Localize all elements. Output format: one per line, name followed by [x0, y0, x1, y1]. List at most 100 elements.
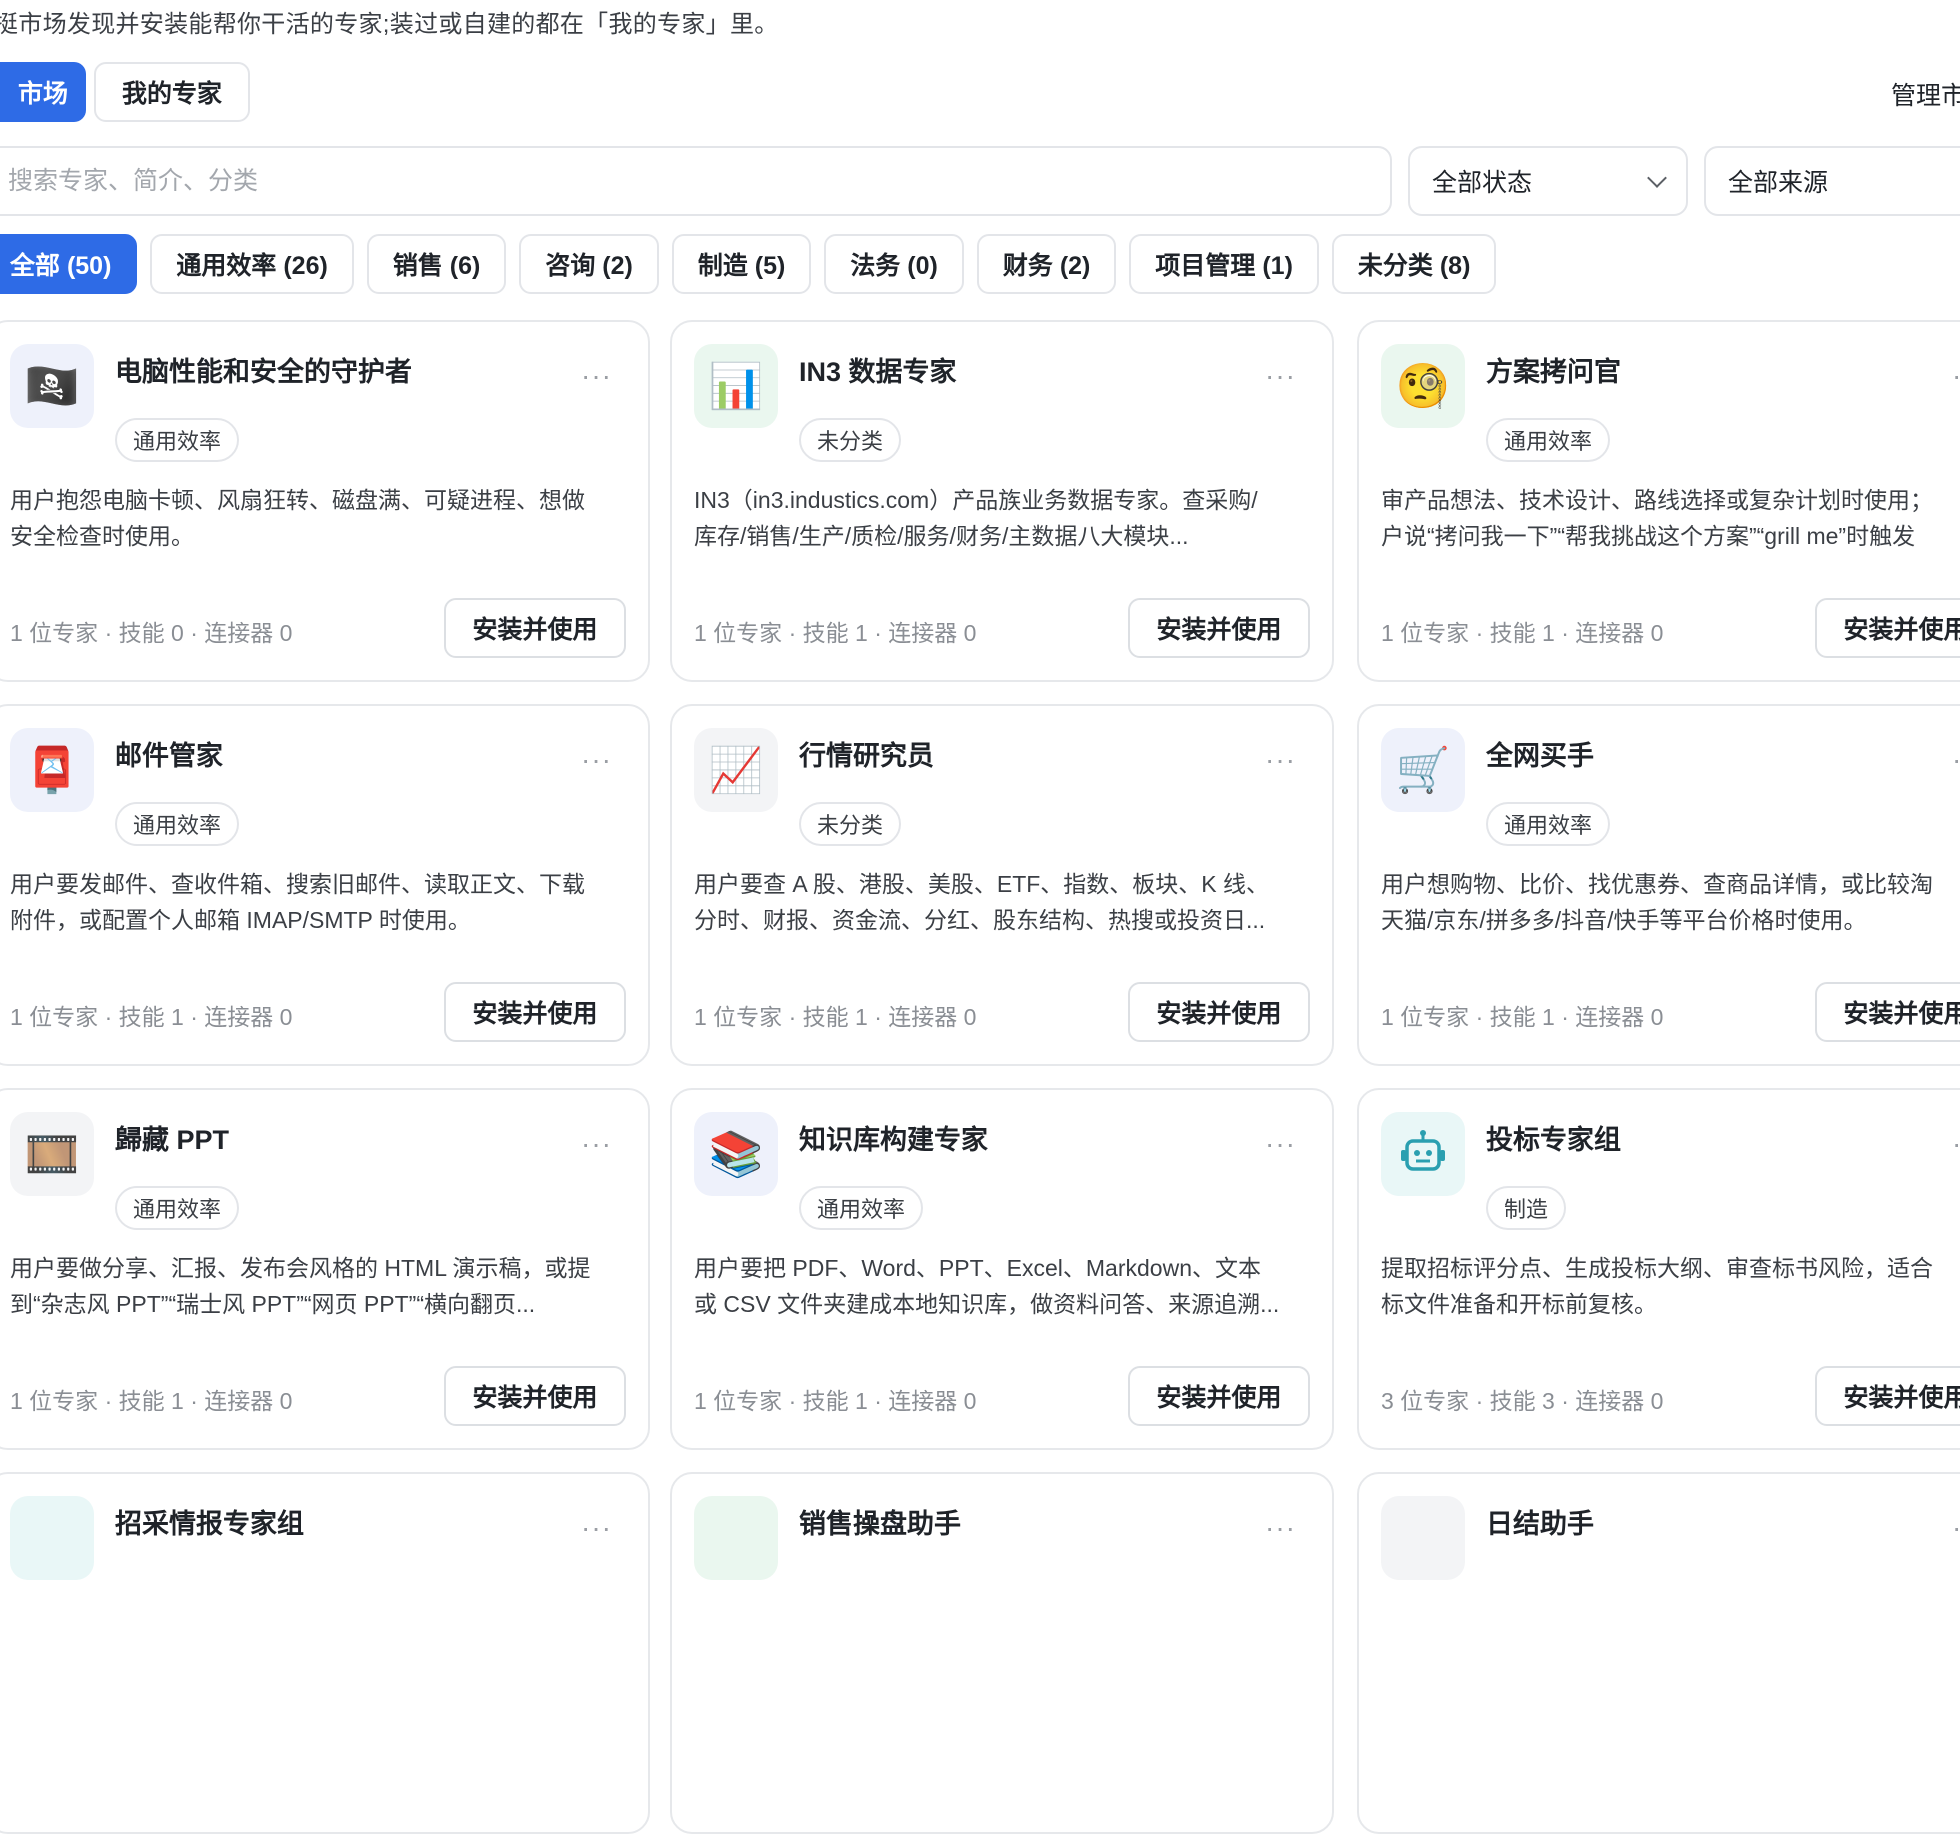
more-options-icon[interactable]: ···	[1265, 1130, 1296, 1158]
expert-card[interactable]: 📈 行情研究员 ··· 未分类 用户要查 A 股、港股、美股、ETF、指数、板块、K 线…	[670, 704, 1334, 1066]
expert-card-category-tag: 通用效率	[115, 418, 240, 462]
category-project-management[interactable]: 项目管理 (1)	[1129, 234, 1319, 294]
install-and-use-button[interactable]: 安装并使用	[1128, 982, 1310, 1042]
expert-card-description: 用户要把 PDF、Word、PPT、Excel、Markdown、文本 或 CS…	[694, 1255, 1280, 1317]
books-icon: 📚	[694, 1112, 778, 1196]
expert-card-description: 提取招标评分点、生成投标大纲、审查标书风险，适合 标文件准备和开标前复核。	[1381, 1255, 1933, 1317]
expert-card-title: 电脑性能和安全的守护者	[115, 357, 412, 387]
status-select[interactable]: 全部状态	[1408, 146, 1688, 216]
expert-card-stats: 1 位专家 · 技能 1 · 连接器 0	[694, 1004, 977, 1030]
category-manufacturing[interactable]: 制造 (5)	[671, 234, 812, 294]
expert-card-stats: 3 位专家 · 技能 3 · 连接器 0	[1381, 1388, 1664, 1414]
expert-card-title: 知识库构建专家	[799, 1125, 988, 1155]
expert-card-description: 用户要发邮件、查收件箱、搜索旧邮件、读取正文、下载 附件，或配置个人邮箱 IMA…	[10, 871, 585, 933]
expert-card-title: 招采情报专家组	[115, 1509, 304, 1539]
expert-card-description: 用户要做分享、汇报、发布会风格的 HTML 演示稿，或提 到“杂志风 PPT”“…	[10, 1255, 591, 1317]
expert-card-stats: 1 位专家 · 技能 1 · 连接器 0	[694, 1388, 977, 1414]
expert-card[interactable]: 📚 知识库构建专家 ··· 通用效率用户要把 PDF、Word、PPT、Excel、M…	[670, 1088, 1334, 1450]
expert-card-description: IN3（in3.industics.com）产品族业务数据专家。查采购/ 库存/…	[694, 487, 1258, 549]
tab-market[interactable]: 市场	[0, 62, 86, 122]
expert-card[interactable]: 招采情报专家组 ···	[0, 1472, 650, 1834]
manage-market-link[interactable]: 管理市	[1891, 76, 1960, 112]
partial-icon	[10, 1496, 94, 1580]
expert-card-title: 歸藏 PPT	[115, 1125, 230, 1155]
more-options-icon[interactable]: ···	[1265, 362, 1296, 390]
expert-card-category-tag: 通用效率	[1486, 802, 1611, 846]
expert-card[interactable]: 📮 邮件管家 ··· 通用效率 用户要发邮件、查收件箱、搜索旧邮件、读取正文、下载 附件…	[0, 704, 650, 1066]
category-productivity[interactable]: 通用效率 (26)	[150, 234, 354, 294]
expert-card-title: 日结助手	[1486, 1509, 1594, 1539]
expert-card-description: 用户想购物、比价、找优惠券、查商品详情，或比较淘 天猫/京东/拼多多/抖音/快手…	[1381, 871, 1933, 933]
expert-card[interactable]: 📊 IN3 数据专家 ··· 未分类 IN3（in3.industics.com）产品族…	[670, 320, 1334, 682]
install-and-use-button[interactable]: 安装并使用	[444, 598, 626, 658]
category-all[interactable]: 全部 (50)	[0, 234, 138, 294]
expert-card-stats: 1 位专家 · 技能 1 · 连接器 0	[694, 620, 977, 646]
expert-card-title: IN3 数据专家	[799, 357, 957, 387]
more-options-icon[interactable]: ···	[1952, 1514, 1960, 1542]
bar-chart-icon: 📊	[694, 344, 778, 428]
expert-card-stats: 1 位专家 · 技能 1 · 连接器 0	[1381, 620, 1664, 646]
status-select-value: 全部状态	[1432, 169, 1533, 197]
search-input[interactable]	[6, 165, 1390, 197]
install-and-use-button[interactable]: 安装并使用	[1128, 598, 1310, 658]
install-and-use-button[interactable]: 安装并使用	[1128, 1366, 1310, 1426]
expert-card-category-tag: 通用效率	[799, 1186, 924, 1230]
expert-card-stats: 1 位专家 · 技能 1 · 连接器 0	[1381, 1004, 1664, 1030]
expert-card-category-tag: 未分类	[799, 418, 902, 462]
expert-card[interactable]: 🎞️ 歸藏 PPT ··· 通用效率 用户要做分享、汇报、发布会风格的 HTML 演示稿…	[0, 1088, 650, 1450]
install-and-use-button[interactable]: 安装并使用	[1815, 982, 1960, 1042]
category-finance[interactable]: 财务 (2)	[976, 234, 1117, 294]
expert-card[interactable]: 日结助手 ···	[1357, 1472, 1960, 1834]
postbox-icon: 📮	[10, 728, 94, 812]
expert-card-title: 销售操盘助手	[799, 1509, 961, 1539]
expert-card-category-tag: 通用效率	[1486, 418, 1611, 462]
expert-card[interactable]: 🧐 方案拷问官 ··· 通用效率审产品想法、技术设计、路线选择或复杂计划时使用； 户说…	[1357, 320, 1960, 682]
more-options-icon[interactable]: ···	[581, 362, 612, 390]
expert-card[interactable]: 🛒 全网买手 ··· 通用效率用户想购物、比价、找优惠券、查商品详情，或比较淘 天猫/…	[1357, 704, 1960, 1066]
expert-card-category-tag: 制造	[1486, 1186, 1567, 1230]
expert-card-category-tag: 未分类	[799, 802, 902, 846]
expert-card-stats: 1 位专家 · 技能 1 · 连接器 0	[10, 1388, 293, 1414]
expert-card-title: 方案拷问官	[1486, 357, 1621, 387]
more-options-icon[interactable]: ···	[581, 746, 612, 774]
more-options-icon[interactable]: ···	[1265, 746, 1296, 774]
shopping-cart-icon: 🛒	[1381, 728, 1465, 812]
install-and-use-button[interactable]: 安装并使用	[444, 982, 626, 1042]
monocle-face-icon: 🧐	[1381, 344, 1465, 428]
more-options-icon[interactable]: ···	[1265, 1514, 1296, 1542]
more-options-icon[interactable]: ···	[1952, 362, 1960, 390]
source-select[interactable]: 全部来源	[1704, 146, 1960, 216]
expert-card-stats: 1 位专家 · 技能 0 · 连接器 0	[10, 620, 293, 646]
install-and-use-button[interactable]: 安装并使用	[444, 1366, 626, 1426]
expert-card-title: 行情研究员	[799, 741, 934, 771]
intro-text: 挺市场发现并安装能帮你干活的专家;装过或自建的都在「我的专家」里。	[0, 11, 779, 38]
search-box	[0, 146, 1392, 216]
more-options-icon[interactable]: ···	[1952, 1130, 1960, 1158]
install-and-use-button[interactable]: 安装并使用	[1815, 1366, 1960, 1426]
expert-card-stats: 1 位专家 · 技能 1 · 连接器 0	[10, 1004, 293, 1030]
more-options-icon[interactable]: ···	[581, 1130, 612, 1158]
source-select-value: 全部来源	[1728, 169, 1829, 197]
category-legal[interactable]: 法务 (0)	[824, 234, 964, 294]
expert-card-description: 审产品想法、技术设计、路线选择或复杂计划时使用； 户说“拷问我一下”“帮我挑战这…	[1381, 487, 1933, 549]
install-and-use-button[interactable]: 安装并使用	[1815, 598, 1960, 658]
more-options-icon[interactable]: ···	[1952, 746, 1960, 774]
category-filter-bar: 全部 (50) 通用效率 (26) 销售 (6) 咨询 (2) 制造 (5) 法…	[0, 234, 1497, 294]
tab-my-experts[interactable]: 我的专家	[94, 62, 250, 122]
partial-icon	[1381, 1496, 1465, 1580]
expert-card[interactable]: 销售操盘助手 ···	[670, 1472, 1334, 1834]
category-consulting[interactable]: 咨询 (2)	[519, 234, 659, 294]
expert-card-description: 用户要查 A 股、港股、美股、ETF、指数、板块、K 线、 分时、财报、资金流、…	[694, 871, 1270, 933]
category-sales[interactable]: 销售 (6)	[366, 234, 507, 294]
expert-card-category-tag: 通用效率	[115, 802, 240, 846]
partial-icon	[694, 1496, 778, 1580]
more-options-icon[interactable]: ···	[581, 1514, 612, 1542]
category-uncategorized[interactable]: 未分类 (8)	[1331, 234, 1497, 294]
robot-icon-svg	[1401, 1130, 1445, 1171]
chevron-down-icon	[1647, 168, 1667, 188]
expert-card[interactable]: 🏴‍☠️ 电脑性能和安全的守护者 ··· 通用效率用户抱怨电脑卡顿、风扇狂转、磁盘满、…	[0, 320, 650, 682]
film-strip-icon: 🎞️	[10, 1112, 94, 1196]
expert-card-description: 用户抱怨电脑卡顿、风扇狂转、磁盘满、可疑进程、想做 安全检查时使用。	[10, 487, 585, 549]
pirate-flag-icon: 🏴‍☠️	[10, 344, 94, 428]
expert-card[interactable]: 投标专家组 ··· 制造提取招标评分点、生成投标大纲、审查标书风险，适合 标文件准备…	[1357, 1088, 1960, 1450]
